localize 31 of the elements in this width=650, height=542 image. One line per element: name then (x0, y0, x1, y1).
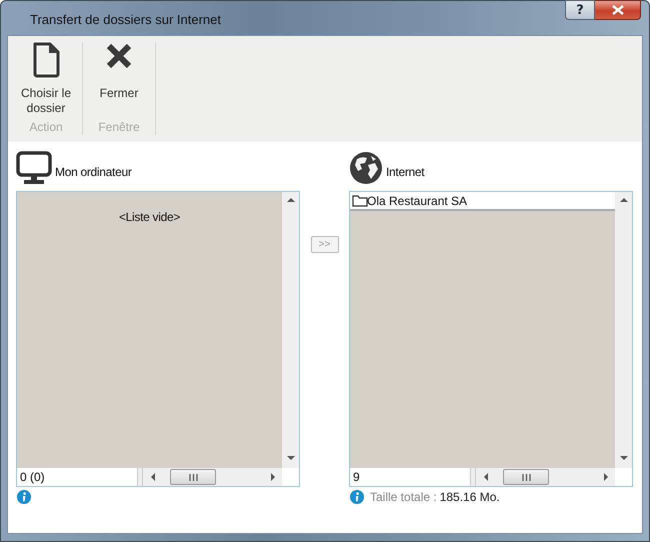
total-size-label: Taille totale : (370, 490, 437, 504)
horizontal-scrollbar[interactable] (143, 468, 282, 486)
close-icon (612, 5, 624, 15)
globe-icon (349, 151, 383, 185)
splitter-grip[interactable] (137, 468, 143, 486)
total-size-value: 185.16 Mo. (440, 490, 500, 504)
close-button[interactable] (595, 0, 641, 20)
scroll-right-icon[interactable] (601, 472, 611, 482)
file-icon (32, 42, 60, 78)
scroll-thumb[interactable] (170, 469, 216, 485)
vertical-scrollbar[interactable] (282, 192, 299, 468)
horizontal-scrollbar[interactable] (476, 468, 615, 486)
empty-list-text: <Liste vide> (118, 210, 182, 224)
scroll-thumb[interactable] (503, 469, 549, 485)
group-label: Action (29, 120, 63, 135)
window-title: Transfert de dossiers sur Internet (30, 10, 221, 26)
list-item[interactable]: Ola Restaurant SA (350, 192, 615, 211)
computer-icon (16, 151, 52, 185)
folder-icon (352, 194, 368, 207)
group-label: Fenêtre (98, 120, 140, 135)
close-button[interactable]: Fermer (89, 42, 149, 120)
close-icon (105, 42, 133, 70)
choose-folder-button[interactable]: Choisir le dossier (16, 42, 76, 120)
panel-title: Mon ordinateur (55, 165, 132, 181)
scroll-right-icon[interactable] (268, 472, 278, 482)
grip-icon (188, 474, 198, 480)
grip-icon (522, 474, 530, 480)
help-button[interactable]: ? (565, 0, 595, 20)
vertical-scrollbar[interactable] (615, 192, 632, 468)
panel-title: Internet (386, 165, 424, 181)
splitter-grip[interactable] (470, 468, 476, 486)
